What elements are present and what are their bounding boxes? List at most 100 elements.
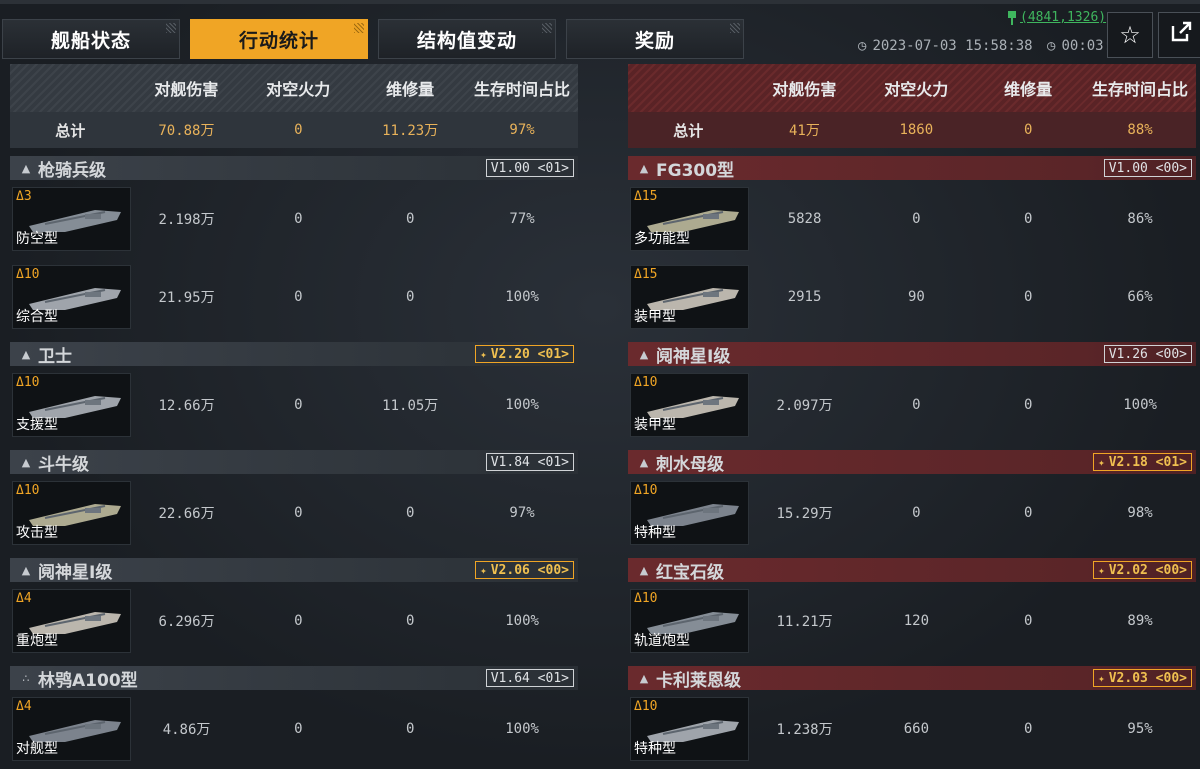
ship-role: 支援型 [16,417,58,433]
ship-row[interactable]: Δ10 轨道炮型 11.21万 120 0 89% [628,582,1196,660]
ship-row[interactable]: Δ4 重炮型 6.296万 0 0 100% [10,582,578,660]
version-badge: V2.18 <01> [1093,453,1192,471]
ship-class-header[interactable]: ∴ 林鸮A100型 V1.64 <01> [10,666,578,691]
ship-stat-value: 0 [1024,289,1033,305]
tab-structure-change[interactable]: 结构值变动 [378,19,556,59]
ship-stat-value: 90 [907,289,925,305]
version-badge: V2.03 <00> [1093,669,1192,687]
ship-class-header[interactable]: ▲ 红宝石级 V2.02 <00> [628,558,1196,583]
total-label: 总计 [673,121,704,140]
ship-thumbnail[interactable]: Δ4 重炮型 [12,589,131,653]
friendly-fleet-panel: 对舰伤害 对空火力 维修量 生存时间占比 总计 70.88万 0 11.23万 … [10,64,578,148]
ship-stat-value: 0 [406,289,415,305]
ship-tier: Δ10 [16,483,40,498]
version-badge: V1.26 <00> [1103,345,1192,363]
ship-class-group: ▲ FG300型 V1.00 <00> Δ15 多功能型 5828 0 0 86% Δ15 装甲型 2… [628,156,1196,336]
ship-thumbnail[interactable]: Δ10 装甲型 [630,373,749,437]
ship-thumbnail[interactable]: Δ10 轨道炮型 [630,589,749,653]
version-badge: V2.02 <00> [1093,561,1192,579]
ship-thumbnail[interactable]: Δ10 特种型 [630,481,749,545]
ship-class-group: ▲ 枪骑兵级 V1.00 <01> Δ3 防空型 2.198万 0 0 77% Δ10 综合型 21.… [10,156,578,336]
total-value: 70.88万 [158,123,215,139]
ship-class-header[interactable]: ▲ 卡利莱恩级 V2.03 <00> [628,666,1196,691]
ship-role: 综合型 [16,309,58,325]
ship-row[interactable]: Δ3 防空型 2.198万 0 0 77% [10,180,578,258]
triangle-icon: ▲ [639,563,649,577]
ship-role: 装甲型 [634,309,676,325]
triangle-icon: ▲ [21,455,31,469]
triangle-icon: ▲ [639,455,649,469]
col-ship-damage: 对舰伤害 [154,80,219,99]
ship-thumbnail[interactable]: Δ15 多功能型 [630,187,749,251]
ship-tier: Δ3 [16,189,32,204]
ship-row[interactable]: Δ10 综合型 21.95万 0 0 100% [10,258,578,336]
ship-stat-value: 0 [912,211,921,227]
ship-stat-value: 100% [505,289,539,305]
ship-stat-value: 4.86万 [162,722,211,738]
ship-stat-value: 6.296万 [158,614,215,630]
ship-stat-value: 100% [505,397,539,413]
ship-thumbnail[interactable]: Δ4 对舰型 [12,697,131,761]
coordinates-link[interactable]: (4841,1326) [1020,10,1106,25]
tab-ship-status[interactable]: 舰船状态 [2,19,180,59]
triangle-icon: ▲ [639,161,649,175]
ship-stat-value: 120 [903,613,930,629]
timer-icon: ◷ [1047,38,1056,54]
ship-thumbnail[interactable]: Δ10 支援型 [12,373,131,437]
version-badge: V1.00 <01> [485,159,574,177]
ship-class-name: 卡利莱恩级 [656,670,741,691]
total-value: 0 [1023,122,1033,138]
ship-row[interactable]: Δ10 支援型 12.66万 0 11.05万 100% [10,366,578,444]
version-badge: V1.00 <00> [1103,159,1192,177]
total-value: 11.23万 [382,123,439,139]
version-badge: V1.64 <01> [485,669,574,687]
ship-class-header[interactable]: ▲ 阋神星I级 V1.26 <00> [628,342,1196,367]
ship-row[interactable]: Δ10 特种型 15.29万 0 0 98% [628,474,1196,552]
ship-row[interactable]: Δ10 装甲型 2.097万 0 0 100% [628,366,1196,444]
tab-battle-stats[interactable]: 行动统计 [190,19,368,59]
total-value: 0 [294,122,303,138]
ship-stat-value: 77% [509,211,535,227]
share-button[interactable] [1158,12,1200,58]
ship-class-group: ▲ 阋神星I级 V2.06 <00> Δ4 重炮型 6.296万 0 0 100% [10,558,578,660]
ship-row[interactable]: Δ10 特种型 1.238万 660 0 95% [628,690,1196,768]
column-header: 对舰伤害 对空火力 维修量 生存时间占比 [10,64,578,112]
ship-class-header[interactable]: ▲ 斗牛级 V1.84 <01> [10,450,578,475]
ship-thumbnail[interactable]: Δ10 综合型 [12,265,131,329]
total-value: 97% [509,122,535,138]
version-badge: V1.84 <01> [485,453,574,471]
ship-role: 多功能型 [634,231,690,247]
ship-stat-value: 0 [406,505,415,521]
ship-class-header[interactable]: ▲ 卫士 V2.20 <01> [10,342,578,367]
ship-class-header[interactable]: ▲ FG300型 V1.00 <00> [628,156,1196,181]
triangle-icon: ▲ [639,347,649,361]
ship-stat-value: 0 [1024,505,1033,521]
ship-class-header[interactable]: ▲ 刺水母级 V2.18 <01> [628,450,1196,475]
ship-row[interactable]: Δ10 攻击型 22.66万 0 0 97% [10,474,578,552]
ship-class-name: FG300型 [656,160,735,181]
star-icon: ☆ [1119,21,1141,49]
ship-class-name: 阋神星I级 [38,562,113,583]
ship-class-group: ▲ 刺水母级 V2.18 <01> Δ10 特种型 15.29万 0 0 98% [628,450,1196,552]
ship-class-header[interactable]: ▲ 枪骑兵级 V1.00 <01> [10,156,578,181]
ship-stat-value: 22.66万 [158,506,215,522]
tab-rewards[interactable]: 奖励 [566,19,744,59]
ship-stat-value: 0 [294,613,303,629]
ship-tier: Δ10 [634,375,658,390]
ship-class-name: 阋神星I级 [656,346,731,367]
ship-stat-value: 98% [1127,505,1153,521]
ship-thumbnail[interactable]: Δ10 攻击型 [12,481,131,545]
favorite-button[interactable]: ☆ [1107,12,1153,58]
ship-class-header[interactable]: ▲ 阋神星I级 V2.06 <00> [10,558,578,583]
triangle-icon: ▲ [639,671,649,685]
ship-thumbnail[interactable]: Δ3 防空型 [12,187,131,251]
ship-thumbnail[interactable]: Δ10 特种型 [630,697,749,761]
ship-row[interactable]: Δ4 对舰型 4.86万 0 0 100% [10,690,578,768]
ship-stat-value: 15.29万 [776,506,833,522]
total-value: 88% [1127,122,1153,138]
ship-tier: Δ10 [634,483,658,498]
ship-row[interactable]: Δ15 多功能型 5828 0 0 86% [628,180,1196,258]
battle-datetime: 2023-07-03 15:58:38 [872,38,1033,54]
ship-thumbnail[interactable]: Δ15 装甲型 [630,265,749,329]
ship-row[interactable]: Δ15 装甲型 2915 90 0 66% [628,258,1196,336]
